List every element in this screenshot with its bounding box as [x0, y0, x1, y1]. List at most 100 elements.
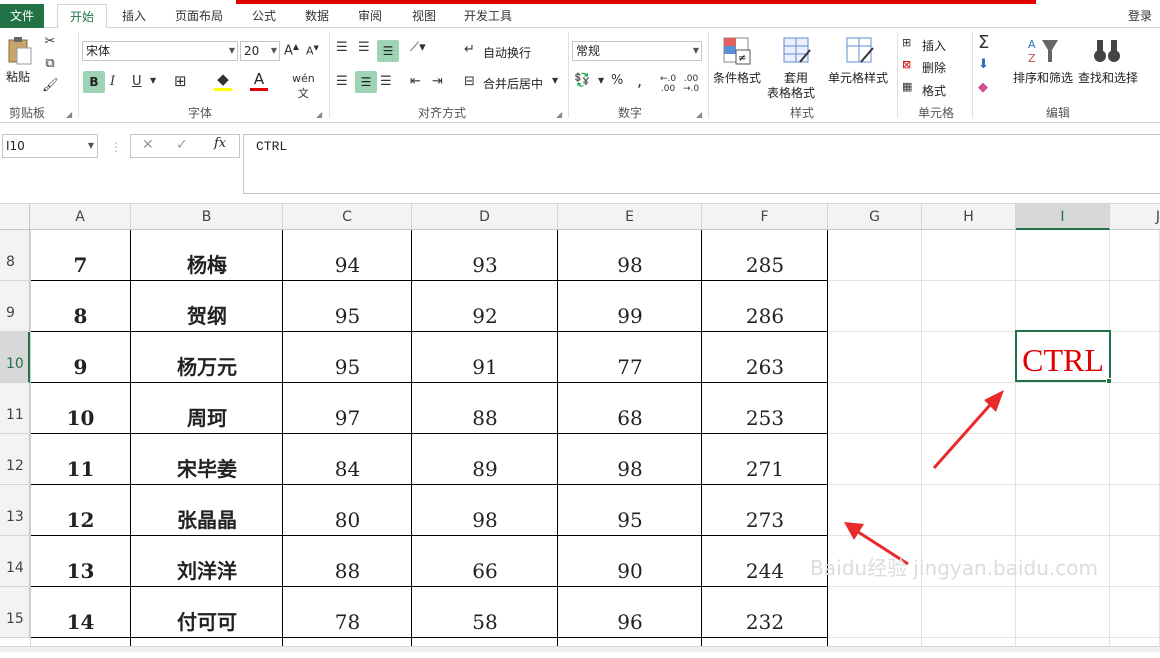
border-icon[interactable]: ⊞	[174, 72, 187, 90]
merge-center-button[interactable]: 合并后居中	[483, 75, 543, 92]
underline-button[interactable]: U	[132, 74, 142, 89]
cell-f12[interactable]: 271	[702, 434, 828, 485]
wrap-text-icon[interactable]: ↵	[464, 42, 475, 57]
horizontal-scrollbar[interactable]	[0, 646, 1160, 652]
conditional-format-icon[interactable]: ≠	[722, 36, 752, 70]
cell-d14[interactable]: 66	[412, 536, 558, 587]
insert-function-button[interactable]: fx	[214, 136, 226, 151]
number-format-combo[interactable]: 常规 ▼	[572, 41, 702, 61]
format-cells-icon[interactable]: ▦	[902, 80, 912, 93]
cell-c8[interactable]: 94	[283, 230, 412, 281]
cell-f14[interactable]: 244	[702, 536, 828, 587]
tab-file[interactable]: 文件	[0, 4, 44, 28]
cell-b11[interactable]: 周珂	[131, 383, 283, 434]
row-header[interactable]: 12	[0, 434, 30, 485]
cell-a14[interactable]: 13	[30, 536, 131, 587]
insert-cells-icon[interactable]: ⊞	[902, 36, 911, 49]
select-all-corner[interactable]	[0, 204, 30, 230]
cell-c15[interactable]: 78	[283, 587, 412, 638]
cell-f11[interactable]: 253	[702, 383, 828, 434]
tab-home[interactable]: 开始	[57, 4, 107, 29]
font-launcher-icon[interactable]: ◢	[316, 110, 322, 119]
sort-filter-button[interactable]: 排序和筛选	[1013, 69, 1073, 86]
cut-icon[interactable]: ✂	[42, 34, 58, 49]
shrink-font-icon[interactable]: A▼	[306, 44, 319, 58]
cell-d9[interactable]: 92	[412, 281, 558, 332]
grow-font-icon[interactable]: A▲	[284, 42, 299, 58]
cell-a13[interactable]: 12	[30, 485, 131, 536]
sort-filter-icon[interactable]: AZ	[1026, 36, 1060, 70]
alignment-launcher-icon[interactable]: ◢	[556, 110, 562, 119]
percent-button[interactable]: %	[611, 73, 623, 88]
autosum-icon[interactable]: Σ	[978, 32, 989, 53]
align-center-button[interactable]: ☰	[355, 71, 377, 93]
orientation-icon[interactable]: ⟋▾	[410, 40, 426, 55]
cell-c10[interactable]: 95	[283, 332, 412, 383]
conditional-format-button[interactable]: 条件格式	[713, 69, 761, 86]
col-header-d[interactable]: D	[412, 204, 558, 230]
merge-center-icon[interactable]: ⊟	[464, 74, 475, 89]
row-header[interactable]: 11	[0, 383, 30, 434]
cell-e10[interactable]: 77	[558, 332, 702, 383]
row-header[interactable]: 15	[0, 587, 30, 638]
increase-decimal-icon[interactable]: ←.0.00	[660, 74, 676, 94]
cell-a9[interactable]: 8	[30, 281, 131, 332]
decrease-indent-icon[interactable]: ⇤	[410, 74, 421, 89]
tab-formulas[interactable]: 公式	[244, 4, 284, 28]
cell-d13[interactable]: 98	[412, 485, 558, 536]
bold-button[interactable]: B	[83, 71, 105, 93]
align-top-icon[interactable]: ☰	[336, 40, 348, 55]
insert-cells-button[interactable]: 插入	[922, 37, 946, 54]
copy-icon[interactable]: ⧉	[42, 56, 58, 71]
align-left-icon[interactable]: ☰	[336, 74, 348, 89]
cell-e12[interactable]: 98	[558, 434, 702, 485]
col-header-j[interactable]: J	[1110, 204, 1160, 230]
cell-d12[interactable]: 89	[412, 434, 558, 485]
fill-color-icon[interactable]: ◆	[214, 70, 232, 91]
wrap-text-button[interactable]: 自动换行	[483, 44, 531, 61]
cell-a12[interactable]: 11	[30, 434, 131, 485]
format-cells-button[interactable]: 格式	[922, 82, 946, 99]
cell-a10[interactable]: 9	[30, 332, 131, 383]
format-painter-icon[interactable]: 🖌	[42, 78, 59, 93]
login-link[interactable]: 登录	[1120, 4, 1160, 28]
cell-c14[interactable]: 88	[283, 536, 412, 587]
find-select-button[interactable]: 查找和选择	[1078, 69, 1138, 86]
cell-e11[interactable]: 68	[558, 383, 702, 434]
paste-label[interactable]: 粘贴	[6, 68, 30, 85]
increase-indent-icon[interactable]: ⇥	[432, 74, 443, 89]
cell-f13[interactable]: 273	[702, 485, 828, 536]
col-header-b[interactable]: B	[131, 204, 283, 230]
col-header-e[interactable]: E	[558, 204, 702, 230]
cell-styles-icon[interactable]	[845, 36, 875, 70]
cell-e14[interactable]: 90	[558, 536, 702, 587]
format-as-table-line2[interactable]: 表格格式	[767, 84, 815, 101]
chevron-down-icon[interactable]: ▼	[598, 76, 604, 85]
enter-icon[interactable]: ✓	[176, 137, 188, 153]
align-middle-icon[interactable]: ☰	[358, 40, 370, 55]
format-as-table-icon[interactable]	[782, 36, 812, 70]
fill-icon[interactable]: ⬇	[978, 57, 989, 72]
name-box[interactable]: I10 ▼	[2, 134, 98, 158]
cell-styles-button[interactable]: 单元格样式	[828, 69, 888, 86]
font-color-icon[interactable]: A	[250, 70, 268, 91]
cell-b14[interactable]: 刘洋洋	[131, 536, 283, 587]
col-header-f[interactable]: F	[702, 204, 828, 230]
cell-d11[interactable]: 88	[412, 383, 558, 434]
row-header[interactable]: 13	[0, 485, 30, 536]
row-header[interactable]: 9	[0, 281, 30, 332]
number-launcher-icon[interactable]: ◢	[696, 110, 702, 119]
col-header-i[interactable]: I	[1016, 204, 1110, 230]
tab-insert[interactable]: 插入	[116, 4, 152, 28]
cell-b13[interactable]: 张晶晶	[131, 485, 283, 536]
decrease-decimal-icon[interactable]: .00 →.0	[683, 74, 699, 94]
cell-c12[interactable]: 84	[283, 434, 412, 485]
cell-e8[interactable]: 98	[558, 230, 702, 281]
clear-icon[interactable]: ◆	[978, 80, 988, 95]
cell-a8[interactable]: 7	[30, 230, 131, 281]
cell-b9[interactable]: 贺纲	[131, 281, 283, 332]
cell-d15[interactable]: 58	[412, 587, 558, 638]
chevron-down-icon[interactable]: ▼	[552, 76, 558, 85]
chevron-down-icon[interactable]: ▼	[150, 76, 156, 85]
tab-view[interactable]: 视图	[404, 4, 444, 28]
